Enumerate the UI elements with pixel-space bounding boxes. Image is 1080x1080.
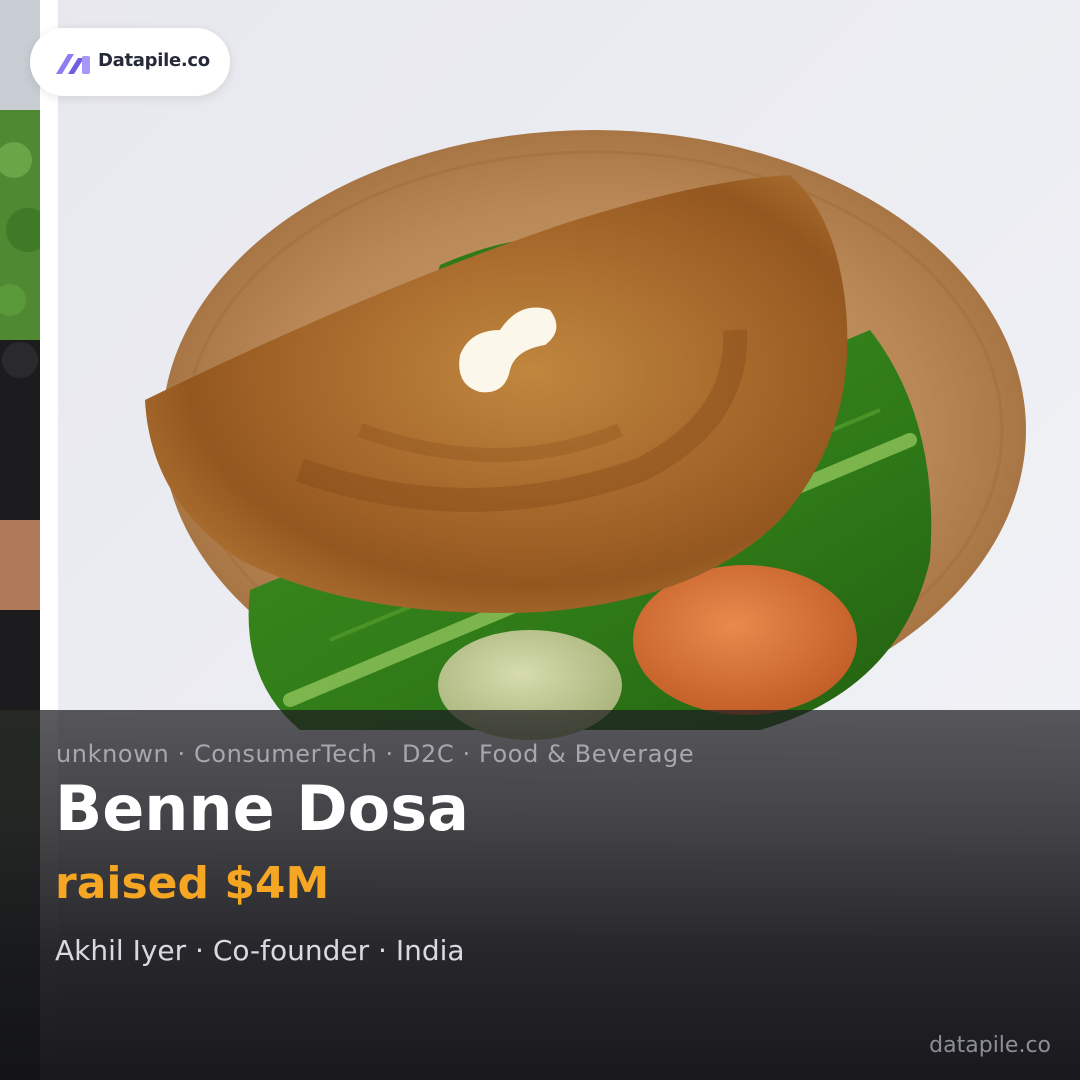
category-tags: unknown · ConsumerTech · D2C · Food & Be…	[56, 740, 695, 768]
brand-logo-badge[interactable]: Datapile.co	[30, 28, 230, 96]
datapile-logo-icon	[56, 54, 90, 74]
company-name: Benne Dosa	[55, 772, 470, 845]
logo-text: Datapile.co	[98, 50, 210, 71]
funding-amount: raised $4M	[55, 858, 330, 909]
founder-byline: Akhil Iyer · Co-founder · India	[55, 934, 465, 967]
site-watermark: datapile.co	[929, 1033, 1051, 1058]
